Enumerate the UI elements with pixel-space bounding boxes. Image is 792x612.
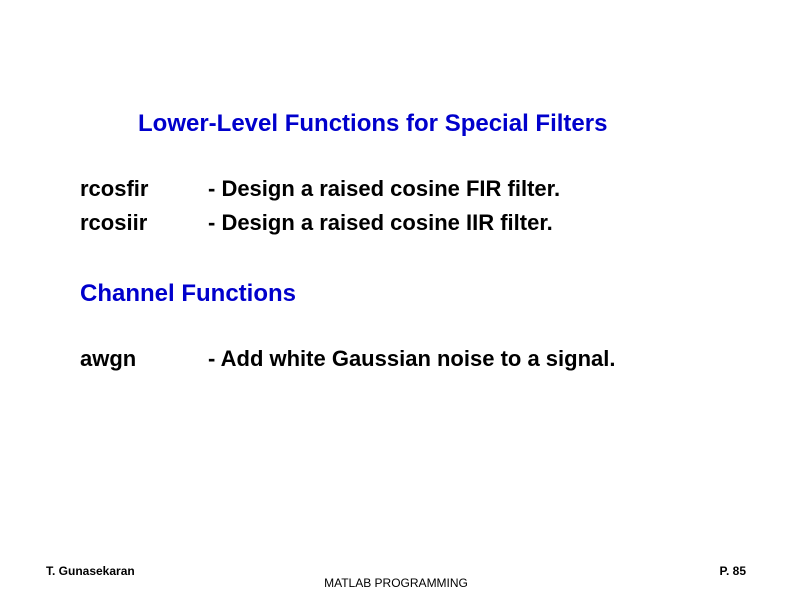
function-name-rcosiir: rcosiir bbox=[80, 210, 208, 236]
section-heading-channel: Channel Functions bbox=[80, 280, 712, 308]
function-row: rcosfir - Design a raised cosine FIR fil… bbox=[80, 176, 712, 202]
section-heading-lower-level: Lower-Level Functions for Special Filter… bbox=[138, 110, 712, 138]
footer-author: T. Gunasekaran bbox=[46, 564, 135, 578]
function-name-rcosfir: rcosfir bbox=[80, 176, 208, 202]
function-row: awgn - Add white Gaussian noise to a sig… bbox=[80, 346, 712, 372]
function-desc-rcosiir: - Design a raised cosine IIR filter. bbox=[208, 210, 553, 236]
function-desc-awgn: - Add white Gaussian noise to a signal. bbox=[208, 346, 615, 372]
footer-page-number: P. 85 bbox=[720, 564, 746, 578]
footer-course: MATLAB PROGRAMMING bbox=[324, 576, 468, 590]
function-name-awgn: awgn bbox=[80, 346, 208, 372]
function-desc-rcosfir: - Design a raised cosine FIR filter. bbox=[208, 176, 560, 202]
slide-content: Lower-Level Functions for Special Filter… bbox=[0, 0, 792, 372]
function-row: rcosiir - Design a raised cosine IIR fil… bbox=[80, 210, 712, 236]
